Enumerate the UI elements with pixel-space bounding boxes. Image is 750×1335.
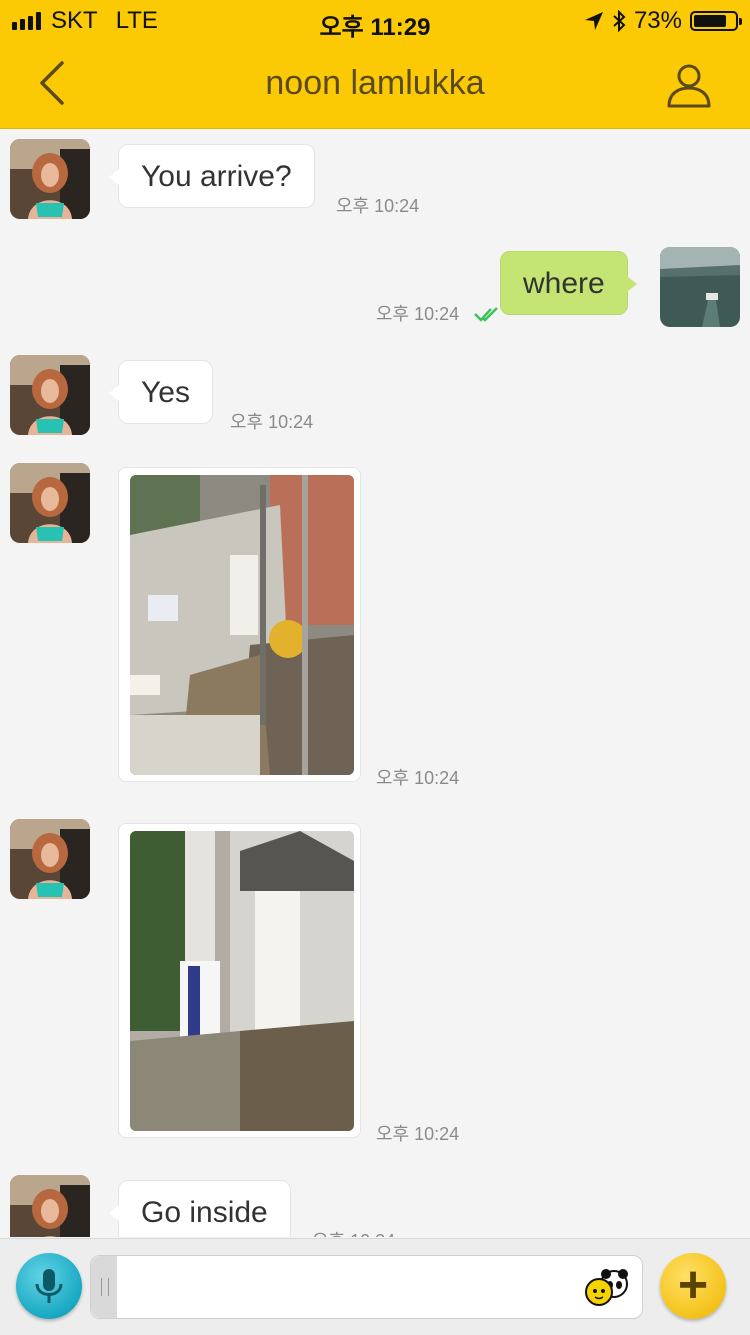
- chat-title[interactable]: noon lamlukka: [0, 64, 750, 103]
- voice-button[interactable]: [16, 1253, 82, 1319]
- message-time: 오후 10:24: [312, 1227, 395, 1237]
- message-time: 오후 10:24: [336, 196, 420, 216]
- message-bubble-incoming[interactable]: Go inside: [109, 1180, 291, 1237]
- emoticon-button[interactable]: [584, 1266, 630, 1308]
- contact-avatar[interactable]: [10, 463, 90, 543]
- message-time: 오후 10:24: [230, 412, 314, 432]
- battery-icon: [690, 11, 742, 31]
- message-input-bar: +: [0, 1238, 750, 1335]
- photo-thumbnail[interactable]: [130, 475, 354, 775]
- message-time: 오후 10:24: [376, 304, 460, 324]
- read-check-icon: [474, 307, 498, 322]
- contact-avatar[interactable]: [10, 819, 90, 899]
- chat-header: noon lamlukka: [0, 40, 750, 129]
- input-grip-handle[interactable]: [91, 1256, 117, 1318]
- person-icon[interactable]: [666, 62, 712, 108]
- message-bubble-incoming[interactable]: Yes: [109, 360, 213, 424]
- my-avatar[interactable]: [660, 247, 740, 327]
- message-bubble-incoming[interactable]: You arrive?: [109, 144, 315, 208]
- message-time: 오후 10:24: [376, 768, 460, 788]
- emoticon-icon: [585, 1269, 628, 1306]
- image-message[interactable]: [118, 467, 361, 782]
- message-list[interactable]: You arrive? 오후 10:24 오후 10:24 where Yes …: [0, 129, 750, 1237]
- bluetooth-icon: [613, 10, 626, 32]
- plus-icon[interactable]: +: [660, 1253, 726, 1319]
- contact-avatar[interactable]: [10, 1175, 90, 1237]
- contact-avatar[interactable]: [10, 355, 90, 435]
- microphone-icon: [35, 1269, 63, 1303]
- image-message[interactable]: [118, 823, 361, 1138]
- battery-percent: 73%: [633, 7, 682, 34]
- message-input[interactable]: [90, 1255, 643, 1319]
- status-bar: SKT LTE 오후 11:29 73%: [0, 0, 750, 41]
- location-arrow-icon: [584, 12, 603, 30]
- message-time: 오후 10:24: [376, 1124, 460, 1144]
- message-bubble-outgoing[interactable]: where: [500, 251, 637, 315]
- contact-avatar[interactable]: [10, 139, 90, 219]
- photo-thumbnail[interactable]: [130, 831, 354, 1131]
